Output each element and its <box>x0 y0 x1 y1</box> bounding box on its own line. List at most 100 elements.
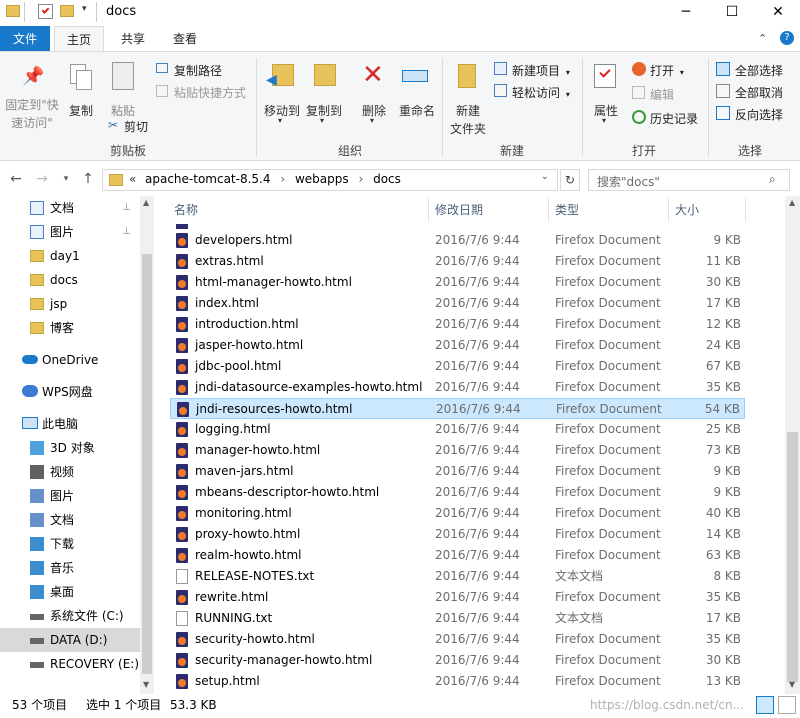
nav-item-this-pc-child[interactable]: 视频 <box>0 460 140 484</box>
help-icon[interactable]: ? <box>780 31 794 45</box>
table-row[interactable]: jdbc-pool.html 2016/7/6 9:44 Firefox Docum… <box>170 356 745 377</box>
table-row[interactable]: manager-howto.html 2016/7/6 9:44 Firefox D… <box>170 440 745 461</box>
column-header-date[interactable]: 修改日期 <box>435 196 483 224</box>
nav-item-onedrive[interactable]: OneDrive <box>0 348 140 372</box>
nav-item-this-pc[interactable]: 此电脑 <box>0 412 140 436</box>
table-row[interactable]: html-manager-howto.html 2016/7/6 9:44 Fire… <box>170 272 745 293</box>
delete-button[interactable]: ✕ 删除 ▾ <box>356 58 392 138</box>
nav-item-this-pc-child[interactable]: RECOVERY (E:) <box>0 652 140 676</box>
paste-shortcut-button[interactable]: 粘贴快捷方式 <box>156 84 246 101</box>
large-icons-view-icon[interactable] <box>778 696 796 714</box>
tab-share[interactable]: 共享 <box>108 26 158 52</box>
tab-file[interactable]: 文件 <box>0 26 50 52</box>
nav-item-quick-access[interactable]: docs <box>0 268 140 292</box>
breadcrumb-item[interactable]: apache-tomcat-8.5.4 <box>145 172 271 186</box>
forward-arrow-icon[interactable]: → <box>32 169 52 189</box>
maximize-button[interactable]: ☐ <box>709 0 755 26</box>
nav-item-quick-access[interactable]: jsp <box>0 292 140 316</box>
nav-item-quick-access[interactable]: day1 <box>0 244 140 268</box>
address-dropdown-icon[interactable]: ⌄ <box>541 172 549 182</box>
new-folder-button[interactable]: 新建 文件夹 <box>448 58 488 138</box>
move-to-button[interactable]: ◀ 移动到 ▾ <box>262 58 302 138</box>
nav-item-this-pc-child[interactable]: 3D 对象 <box>0 436 140 460</box>
nav-label: WPS网盘 <box>42 385 93 399</box>
table-row[interactable]: developers.html 2016/7/6 9:44 Firefox Docu… <box>170 230 745 251</box>
table-row[interactable]: logging.html 2016/7/6 9:44 Firefox Documen… <box>170 419 745 440</box>
address-bar[interactable]: « apache-tomcat-8.5.4 › webapps › docs ⌄ <box>102 169 558 191</box>
open-button[interactable]: 打开 ▾ <box>632 62 684 79</box>
nav-item-this-pc-child[interactable]: 音乐 <box>0 556 140 580</box>
nav-item-quick-access[interactable]: 博客 <box>0 316 140 340</box>
history-button[interactable]: 历史记录 <box>632 110 698 127</box>
file-list-scrollbar[interactable]: ▲ ▼ <box>785 196 800 694</box>
nav-item-this-pc-child[interactable]: DATA (D:) <box>0 628 140 652</box>
table-row[interactable]: jndi-resources-howto.html 2016/7/6 9:44 Fi… <box>170 398 745 419</box>
breadcrumb-item[interactable]: webapps <box>295 172 349 186</box>
table-row[interactable]: jndi-datasource-examples-howto.html 2016/… <box>170 377 745 398</box>
column-header-size[interactable]: 大小 <box>675 196 699 224</box>
breadcrumb-chevron-icon[interactable]: › <box>280 172 285 186</box>
properties-button[interactable]: 属性 ▾ <box>588 58 624 138</box>
recent-locations-icon[interactable]: ▾ <box>56 169 76 189</box>
quick-access-dropdown-icon[interactable]: ▾ <box>82 4 87 14</box>
table-row[interactable]: rewrite.html 2016/7/6 9:44 Firefox Documen… <box>170 587 745 608</box>
easy-access-button[interactable]: 轻松访问 ▾ <box>494 84 570 101</box>
select-all-button[interactable]: 全部选择 <box>716 62 783 79</box>
minimize-button[interactable]: ─ <box>663 0 709 26</box>
invert-selection-button[interactable]: 反向选择 <box>716 106 783 123</box>
nav-item-this-pc-child[interactable]: 桌面 <box>0 580 140 604</box>
pin-icon[interactable]: ⊥ <box>122 220 131 244</box>
select-none-button[interactable]: 全部取消 <box>716 84 783 101</box>
up-arrow-icon[interactable]: ↑ <box>78 169 98 189</box>
table-row[interactable]: mbeans-descriptor-howto.html 2016/7/6 9:4… <box>170 482 745 503</box>
table-row[interactable]: index.html 2016/7/6 9:44 Firefox Document 1… <box>170 293 745 314</box>
group-divider <box>708 58 709 156</box>
nav-scrollbar[interactable]: ▲ ▼ <box>140 196 154 694</box>
close-button[interactable]: ✕ <box>755 0 800 26</box>
breadcrumb-chevron-icon[interactable]: › <box>358 172 363 186</box>
edit-button[interactable]: 编辑 <box>632 86 674 103</box>
breadcrumb-item[interactable]: docs <box>373 172 401 186</box>
nav-item-this-pc-child[interactable]: 下载 <box>0 532 140 556</box>
nav-item-quick-access[interactable]: 文档 ⊥ <box>0 196 140 220</box>
search-input[interactable]: 搜索"docs" ⌕ <box>588 169 790 191</box>
table-row[interactable]: extras.html 2016/7/6 9:44 Firefox Document… <box>170 251 745 272</box>
column-header-type[interactable]: 类型 <box>555 196 579 224</box>
table-row[interactable]: RUNNING.txt 2016/7/6 9:44 文本文档 17 KB <box>170 608 745 629</box>
table-row[interactable]: introduction.html 2016/7/6 9:44 Firefox Do… <box>170 314 745 335</box>
copy-path-button[interactable]: 复制路径 <box>156 62 222 79</box>
table-row[interactable]: proxy-howto.html 2016/7/6 9:44 Firefox Doc… <box>170 524 745 545</box>
nav-item-this-pc-child[interactable]: 文档 <box>0 508 140 532</box>
pin-icon[interactable]: ⊥ <box>122 196 131 220</box>
table-row[interactable]: security-manager-howto.html 2016/7/6 9:44… <box>170 650 745 671</box>
nav-item-this-pc-child[interactable]: 图片 <box>0 484 140 508</box>
nav-item-wps[interactable]: WPS网盘 <box>0 380 140 404</box>
rename-button[interactable]: 重命名 <box>396 58 438 138</box>
tab-home[interactable]: 主页 <box>54 26 104 52</box>
table-row[interactable]: security-howto.html 2016/7/6 9:44 Firefox … <box>170 629 745 650</box>
column-header-name[interactable]: 名称 <box>174 196 198 224</box>
tab-view[interactable]: 查看 <box>160 26 210 52</box>
search-icon[interactable]: ⌕ <box>769 172 776 187</box>
table-row[interactable]: realm-howto.html 2016/7/6 9:44 Firefox Doc… <box>170 545 745 566</box>
details-view-icon[interactable] <box>756 696 774 714</box>
table-row[interactable]: monitoring.html 2016/7/6 9:44 Firefox Docu… <box>170 503 745 524</box>
file-name: index.html <box>195 296 259 310</box>
refresh-icon[interactable]: ↻ <box>560 169 580 191</box>
pin-quick-access-button[interactable]: 📌 固定到"快 速访问" <box>4 58 60 138</box>
back-arrow-icon[interactable]: ← <box>6 169 26 189</box>
table-row[interactable]: RELEASE-NOTES.txt 2016/7/6 9:44 文本文档 8 KB <box>170 566 745 587</box>
collapse-ribbon-icon[interactable]: ⌃ <box>758 32 767 45</box>
cut-button[interactable]: ✂ 剪切 <box>108 118 148 135</box>
new-item-button[interactable]: 新建项目 ▾ <box>494 62 570 79</box>
breadcrumb-overflow[interactable]: « <box>129 172 136 186</box>
table-row[interactable]: jasper-howto.html 2016/7/6 9:44 Firefox Do… <box>170 335 745 356</box>
table-row[interactable]: setup.html 2016/7/6 9:44 Firefox Document 1… <box>170 671 745 692</box>
nav-item-quick-access[interactable]: 图片 ⊥ <box>0 220 140 244</box>
copy-button[interactable]: 复制 <box>62 58 100 138</box>
nav-item-this-pc-child[interactable]: 系统文件 (C:) <box>0 604 140 628</box>
copy-to-button[interactable]: 复制到 ▾ <box>304 58 344 138</box>
new-folder-quick-icon[interactable] <box>60 5 74 17</box>
table-row[interactable]: maven-jars.html 2016/7/6 9:44 Firefox Docu… <box>170 461 745 482</box>
properties-quick-icon[interactable] <box>38 4 53 19</box>
